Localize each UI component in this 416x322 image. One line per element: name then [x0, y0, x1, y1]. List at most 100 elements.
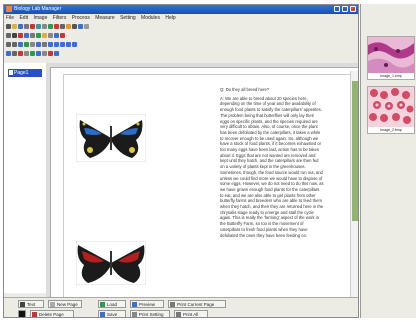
- layer-icon[interactable]: [48, 42, 53, 47]
- window-icon[interactable]: [6, 51, 11, 56]
- print-all-label: Print All: [183, 312, 199, 317]
- document-page: Q: Do they all breed here? A: We are abl…: [63, 74, 355, 306]
- arrange-icon[interactable]: [12, 51, 17, 56]
- vertical-scrollbar[interactable]: [350, 71, 358, 297]
- print-icon[interactable]: [24, 24, 29, 29]
- menu-modules[interactable]: Modules: [139, 15, 162, 21]
- copy-icon[interactable]: [42, 24, 47, 29]
- bottom-toolbar: Text New Page Load Preview Print Current…: [4, 297, 358, 317]
- color-swatch[interactable]: [18, 310, 26, 317]
- thumbnail-caption: Image_2.bmp: [368, 127, 414, 133]
- chart-icon[interactable]: [72, 42, 77, 47]
- fill-icon[interactable]: [54, 33, 59, 38]
- text-button[interactable]: Text: [18, 300, 44, 308]
- redo-icon[interactable]: [12, 42, 17, 47]
- undo-icon[interactable]: [6, 42, 11, 47]
- zoom-icon[interactable]: [78, 24, 83, 29]
- open-folder-icon[interactable]: [12, 24, 17, 29]
- load-button[interactable]: Load: [98, 300, 126, 308]
- help-icon[interactable]: [84, 24, 89, 29]
- add-icon[interactable]: [30, 51, 35, 56]
- print-current-page-button[interactable]: Print Current Page: [168, 300, 226, 308]
- measure-area-icon[interactable]: [24, 42, 29, 47]
- toolbar-row-1: [6, 23, 90, 31]
- butterfly-image-red[interactable]: [76, 241, 146, 285]
- toolbar-row-4: [6, 50, 60, 58]
- page-label: Page1: [14, 70, 29, 76]
- play-icon[interactable]: [48, 24, 53, 29]
- measure-line-icon[interactable]: [18, 42, 23, 47]
- angle-icon[interactable]: [30, 42, 35, 47]
- count-icon[interactable]: [36, 42, 41, 47]
- save-button[interactable]: Save: [98, 310, 126, 317]
- menu-filters[interactable]: Filters: [51, 15, 69, 21]
- line-icon[interactable]: [24, 33, 29, 38]
- flag-icon[interactable]: [18, 51, 23, 56]
- answer-text: A: We are able to breed about 20 species…: [220, 95, 324, 238]
- new-page-label: New Page: [57, 302, 78, 307]
- menu-image[interactable]: Image: [31, 15, 49, 21]
- app-window: Biology Lab Manager File Edit Image Filt…: [3, 4, 359, 318]
- menu-help[interactable]: Help: [163, 15, 177, 21]
- settings-icon[interactable]: [60, 24, 65, 29]
- menu-setting[interactable]: Setting: [118, 15, 138, 21]
- save-label: Save: [107, 312, 118, 317]
- move-icon[interactable]: [36, 51, 41, 56]
- eraser-icon[interactable]: [48, 33, 53, 38]
- print-all-button[interactable]: Print All: [174, 310, 208, 317]
- close-button[interactable]: [350, 6, 356, 12]
- menu-file[interactable]: File: [4, 15, 16, 21]
- grid-icon[interactable]: [72, 24, 77, 29]
- menu-edit[interactable]: Edit: [17, 15, 30, 21]
- color-icon[interactable]: [60, 33, 65, 38]
- image-thumbnail-strip: Image_1.bmp Image_2.bmp: [360, 4, 416, 318]
- text-icon: [20, 302, 25, 307]
- pointer-icon[interactable]: [6, 33, 11, 38]
- star-icon[interactable]: [66, 24, 71, 29]
- save-icon[interactable]: [18, 24, 23, 29]
- toolbar-row-3: [6, 41, 78, 49]
- blood-cells-image: [368, 87, 414, 127]
- thumbnail-item[interactable]: Image_2.bmp: [367, 86, 415, 134]
- top-ruler: [46, 63, 358, 68]
- menu-process[interactable]: Process: [70, 15, 92, 21]
- scrollbar-thumb[interactable]: [352, 81, 358, 221]
- table-icon[interactable]: [60, 42, 65, 47]
- camera-icon[interactable]: [36, 24, 41, 29]
- page-icon: [9, 70, 13, 75]
- crop-icon[interactable]: [54, 51, 59, 56]
- document-canvas[interactable]: Q: Do they all breed here? A: We are abl…: [46, 63, 358, 306]
- remove-icon[interactable]: [48, 51, 53, 56]
- new-file-icon[interactable]: [6, 24, 11, 29]
- load-label: Load: [107, 302, 118, 307]
- app-icon: [6, 6, 12, 12]
- record-icon[interactable]: [30, 24, 35, 29]
- preview-button[interactable]: Preview: [130, 300, 164, 308]
- left-ruler: [46, 67, 51, 297]
- report-icon[interactable]: [66, 42, 71, 47]
- page-list-item[interactable]: Page1: [8, 69, 42, 77]
- maximize-button[interactable]: [342, 6, 348, 12]
- calibrate-icon[interactable]: [42, 42, 47, 47]
- text-tool-icon[interactable]: [42, 33, 47, 38]
- thumbnail-item[interactable]: Image_1.bmp: [367, 36, 415, 80]
- tissue-image-1: [368, 37, 414, 73]
- align-icon[interactable]: [24, 51, 29, 56]
- delete-page-button[interactable]: Delete Page: [30, 310, 74, 317]
- print-setting-button[interactable]: Print Setting: [130, 310, 170, 317]
- text-button-label: Text: [27, 302, 36, 307]
- print-all-icon: [176, 312, 181, 317]
- rectangle-icon[interactable]: [30, 33, 35, 38]
- export-icon[interactable]: [54, 42, 59, 47]
- pen-icon[interactable]: [12, 33, 17, 38]
- resize-icon[interactable]: [42, 51, 47, 56]
- delete-page-label: Delete Page: [39, 312, 64, 317]
- ellipse-icon[interactable]: [36, 33, 41, 38]
- menu-measure[interactable]: Measure: [93, 15, 116, 21]
- new-page-button[interactable]: New Page: [48, 300, 82, 308]
- butterfly-image-blue[interactable]: [76, 114, 146, 162]
- page-list-panel: Page1: [4, 63, 47, 293]
- minimize-button[interactable]: [334, 6, 340, 12]
- marker-icon[interactable]: [18, 33, 23, 38]
- stop-icon[interactable]: [54, 24, 59, 29]
